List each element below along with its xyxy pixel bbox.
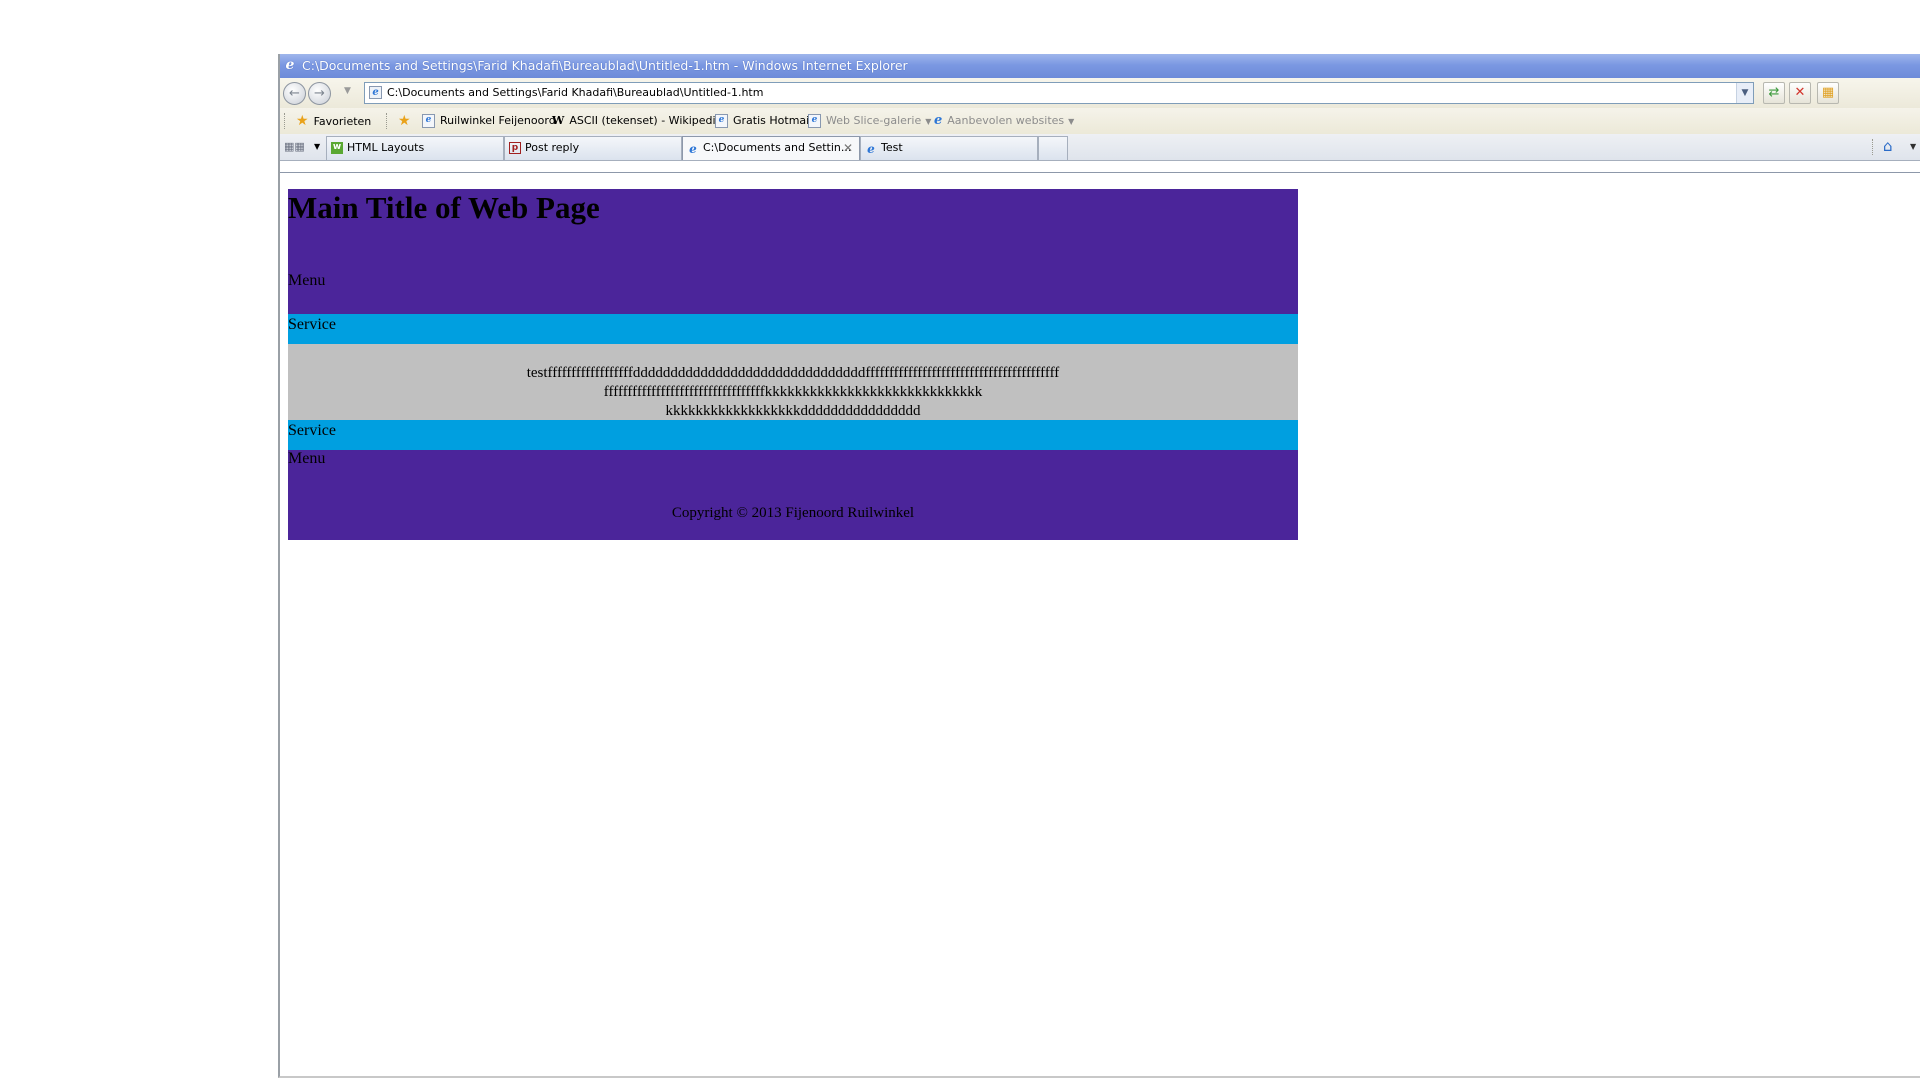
- toolbar-grip[interactable]: [1872, 139, 1873, 155]
- stop-button[interactable]: ✕: [1789, 82, 1811, 104]
- back-arrow-icon: ←: [289, 86, 300, 101]
- ie-logo-icon: e: [689, 142, 697, 156]
- toolbar-grip[interactable]: [284, 113, 287, 129]
- toolbar-grip[interactable]: [386, 113, 389, 129]
- ie-window: e C:\Documents and Settings\Farid Khadaf…: [278, 54, 1920, 1078]
- tab-test[interactable]: e Test: [860, 136, 1038, 160]
- favorites-star-icon: ★: [296, 113, 309, 129]
- stop-icon: ✕: [1794, 85, 1806, 100]
- address-input[interactable]: e C:\Documents and Settings\Farid Khadaf…: [364, 82, 1754, 104]
- chevron-down-icon: ▼: [1068, 117, 1075, 126]
- ie-logo-icon: e: [285, 57, 295, 73]
- forum-icon: p: [509, 142, 521, 154]
- favorite-suggested-sites[interactable]: e Aanbevolen websites ▼: [934, 108, 1074, 135]
- page-content: testffffffffffffffffffdddddddddddddddddd…: [288, 344, 1298, 420]
- page-title: Main Title of Web Page: [288, 190, 600, 225]
- browser-viewport: Main Title of Web Page Menu Service test…: [280, 172, 1920, 1076]
- quick-tabs-button[interactable]: ▦▦: [284, 137, 314, 157]
- refresh-button[interactable]: ⇄: [1763, 82, 1785, 104]
- web-page: Main Title of Web Page Menu Service test…: [288, 189, 1298, 540]
- ie-page-icon: e: [715, 114, 728, 128]
- menu-label-top: Menu: [288, 272, 326, 289]
- live-search-button[interactable]: ▦: [1817, 82, 1839, 104]
- new-tab-button[interactable]: [1038, 136, 1068, 160]
- tab-list-dropdown-icon[interactable]: ▼: [314, 142, 320, 151]
- favorite-link-ascii-wikipedia[interactable]: W ASCII (tekenset) - Wikipedia: [552, 108, 722, 134]
- content-line: ffffffffffffffffffffffffffffffffffkkkkkk…: [603, 384, 983, 400]
- ie-logo-icon: e: [867, 142, 875, 156]
- windows-live-icon: ▦: [1821, 85, 1835, 100]
- content-line: kkkkkkkkkkkkkkkkkkdddddddddddddddd: [665, 403, 921, 419]
- content-line: testffffffffffffffffffdddddddddddddddddd…: [526, 365, 1060, 381]
- favorite-web-slice-gallery[interactable]: e Web Slice-galerie ▼: [808, 108, 931, 135]
- home-icon[interactable]: ⌂: [1883, 137, 1893, 155]
- wikipedia-icon: W: [552, 114, 565, 127]
- menu-label-bottom: Menu: [288, 450, 326, 467]
- service-bar-bottom: Service: [288, 420, 1298, 450]
- address-url: C:\Documents and Settings\Farid Khadafi\…: [387, 86, 764, 99]
- favorites-bar: ★ Favorieten ★ e Ruilwinkel Feijenoord W AS…: [280, 108, 1920, 134]
- page-header: Main Title of Web Page Menu: [288, 189, 1298, 314]
- copyright-text: Copyright © 2013 Fijenoord Ruilwinkel: [671, 505, 915, 521]
- window-title: C:\Documents and Settings\Farid Khadafi\…: [302, 58, 908, 73]
- close-tab-icon[interactable]: ✕: [843, 137, 853, 159]
- add-favorite-button[interactable]: ★: [398, 108, 411, 135]
- quick-tabs-icon: ▦▦: [284, 140, 305, 153]
- ie-page-icon: e: [422, 114, 435, 128]
- recent-pages-dropdown-icon[interactable]: ▼: [344, 86, 351, 96]
- service-bar-top: Service: [288, 314, 1298, 344]
- tab-html-layouts[interactable]: w HTML Layouts: [326, 136, 504, 160]
- ie-logo-icon: e: [934, 113, 943, 128]
- forward-button[interactable]: →: [308, 82, 331, 105]
- w3schools-icon: w: [331, 142, 343, 154]
- favorite-link-hotmail[interactable]: e Gratis Hotmail: [715, 108, 812, 134]
- address-toolbar: ← → ▼ e C:\Documents and Settings\Farid …: [280, 78, 1920, 108]
- page-icon: e: [369, 86, 382, 99]
- chevron-down-icon: ▼: [925, 117, 932, 126]
- back-button[interactable]: ←: [283, 82, 306, 105]
- favorites-button[interactable]: ★ Favorieten: [296, 108, 371, 135]
- add-to-favorites-icon: ★: [398, 113, 411, 129]
- window-titlebar[interactable]: e C:\Documents and Settings\Farid Khadaf…: [280, 54, 1920, 78]
- tab-untitled-active[interactable]: e C:\Documents and Settin... ✕: [682, 136, 860, 160]
- tab-post-reply[interactable]: p Post reply: [504, 136, 682, 160]
- refresh-icon: ⇄: [1768, 85, 1780, 100]
- page-footer: Menu Copyright © 2013 Fijenoord Ruilwink…: [288, 450, 1298, 540]
- home-dropdown-icon[interactable]: ▼: [1910, 142, 1916, 151]
- ie-page-icon: e: [808, 114, 821, 128]
- forward-arrow-icon: →: [314, 86, 325, 101]
- favorite-link-ruilwinkel[interactable]: e Ruilwinkel Feijenoord: [422, 108, 556, 134]
- tab-bar: ▦▦ ▼ w HTML Layouts p Post reply e C:\Do…: [280, 134, 1920, 161]
- address-dropdown-icon[interactable]: ▼: [1736, 83, 1753, 103]
